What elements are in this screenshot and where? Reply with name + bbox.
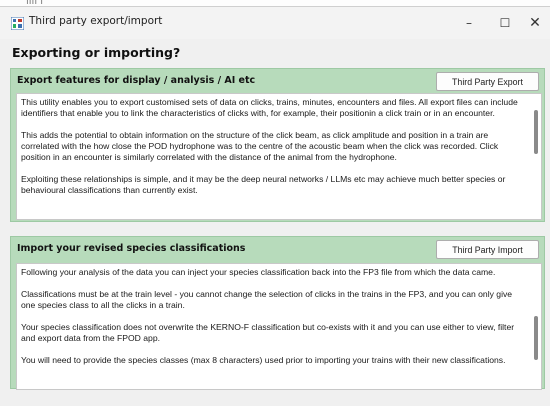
- export-import-dialog: Third party export/import – ☐ ✕ Exportin…: [0, 6, 550, 406]
- import-scrollbar[interactable]: [533, 266, 539, 387]
- import-scrollbar-thumb[interactable]: [534, 316, 538, 360]
- export-paragraph: This adds the potential to obtain inform…: [21, 130, 499, 162]
- close-button[interactable]: ✕: [518, 13, 550, 33]
- page-heading: Exporting or importing?: [12, 45, 181, 60]
- import-description-text: Following your analysis of the data you …: [21, 267, 526, 377]
- maximize-button[interactable]: ☐: [488, 13, 522, 33]
- title-bar[interactable]: Third party export/import – ☐ ✕: [0, 7, 550, 39]
- import-panel-title: Import your revised species classificati…: [17, 243, 246, 254]
- export-paragraph: This utility enables you to export custo…: [21, 97, 518, 118]
- import-paragraph: Your species classification does not ove…: [21, 322, 515, 343]
- export-paragraph: Exploiting these relationships is simple…: [21, 174, 506, 195]
- import-description-box[interactable]: Following your analysis of the data you …: [16, 263, 542, 390]
- export-scrollbar[interactable]: [533, 96, 539, 217]
- import-paragraph: Following your analysis of the data you …: [21, 267, 496, 277]
- export-description-box[interactable]: This utility enables you to export custo…: [16, 93, 542, 220]
- export-scrollbar-thumb[interactable]: [534, 110, 538, 154]
- minimize-button[interactable]: –: [452, 13, 486, 33]
- third-party-export-button[interactable]: Third Party Export: [436, 72, 539, 91]
- app-grid-icon: [11, 17, 24, 30]
- export-description-text: This utility enables you to export custo…: [21, 97, 526, 207]
- import-paragraph: Classifications must be at the train lev…: [21, 289, 513, 310]
- import-panel: Import your revised species classificati…: [10, 236, 545, 390]
- window-title: Third party export/import: [29, 15, 163, 27]
- import-paragraph: You will need to provide the species cla…: [21, 355, 506, 365]
- third-party-import-button[interactable]: Third Party Import: [436, 240, 539, 259]
- export-panel: Export features for display / analysis /…: [10, 68, 545, 222]
- export-panel-title: Export features for display / analysis /…: [17, 75, 256, 86]
